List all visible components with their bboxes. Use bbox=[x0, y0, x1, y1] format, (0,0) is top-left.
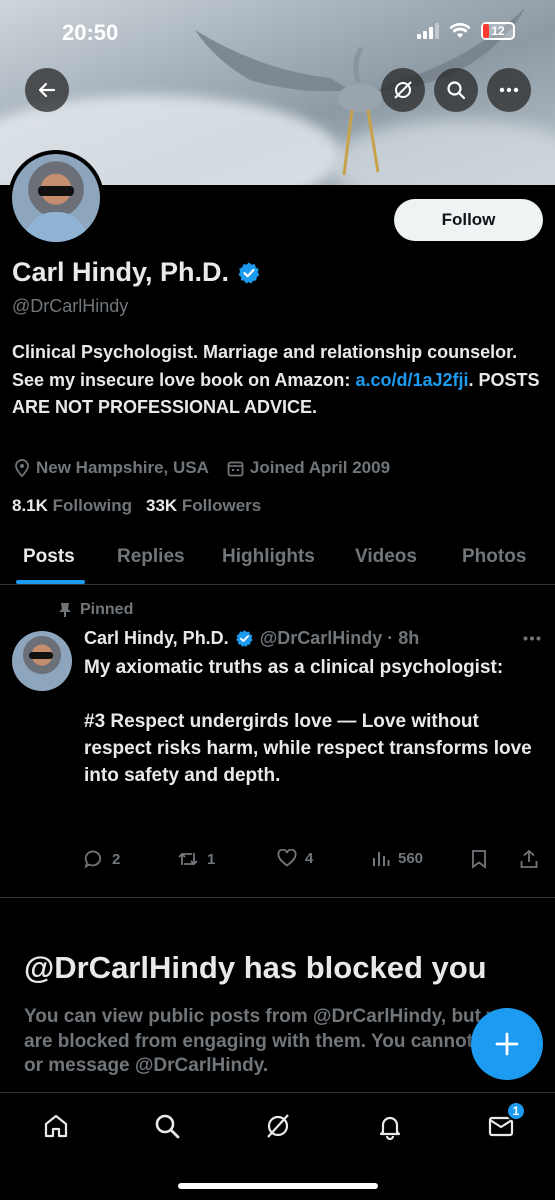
heart-icon bbox=[277, 849, 297, 867]
compose-post-button[interactable] bbox=[471, 1008, 543, 1080]
more-button[interactable] bbox=[487, 68, 531, 112]
profile-display-name: Carl Hindy, Ph.D. bbox=[12, 257, 261, 288]
home-indicator bbox=[178, 1183, 378, 1189]
profile-bio: Clinical Psychologist. Marriage and rela… bbox=[12, 339, 542, 422]
messages-badge: 1 bbox=[506, 1101, 526, 1121]
tab-posts[interactable]: Posts bbox=[23, 546, 75, 568]
tab-photos[interactable]: Photos bbox=[462, 546, 526, 568]
profile-meta: New Hampshire, USA Joined April 2009 bbox=[14, 458, 408, 478]
active-tab-indicator bbox=[16, 580, 85, 584]
post-handle-time: @DrCarlHindy · 8h bbox=[259, 628, 420, 648]
post-verified-badge-icon bbox=[235, 630, 253, 647]
home-icon bbox=[44, 1114, 68, 1138]
status-time: 20:50 bbox=[62, 20, 119, 45]
repost-button[interactable]: 1 bbox=[177, 849, 215, 869]
share-button[interactable] bbox=[520, 849, 538, 869]
search-icon bbox=[155, 1114, 180, 1139]
reply-count: 2 bbox=[112, 850, 121, 868]
pinned-label: Pinned bbox=[58, 601, 133, 619]
status-icons: 12 bbox=[417, 22, 515, 40]
nav-search[interactable] bbox=[152, 1111, 182, 1141]
back-arrow-icon bbox=[38, 82, 56, 98]
reply-button[interactable]: 2 bbox=[84, 849, 120, 869]
battery-icon: 12 bbox=[481, 22, 515, 40]
followers-count: 33K bbox=[145, 496, 178, 515]
nav-home[interactable] bbox=[41, 1111, 71, 1141]
tab-highlights[interactable]: Highlights bbox=[222, 546, 315, 568]
blocked-description: You can view public posts from @DrCarlHi… bbox=[24, 1006, 534, 1076]
profile-handle: @DrCarlHindy bbox=[12, 296, 129, 316]
tab-videos[interactable]: Videos bbox=[355, 546, 417, 568]
views-chart-icon bbox=[373, 852, 390, 866]
like-count: 4 bbox=[305, 849, 314, 867]
post-actions: 2 1 4 560 bbox=[84, 849, 544, 875]
signal-icon bbox=[417, 23, 439, 39]
following-count: 8.1K bbox=[12, 496, 48, 515]
profile-tabs: Posts Replies Highlights Videos Photos bbox=[0, 532, 555, 585]
more-dots-icon bbox=[499, 87, 519, 93]
post-text[interactable]: My axiomatic truths as a clinical psycho… bbox=[84, 654, 544, 789]
grok-button[interactable] bbox=[381, 68, 425, 112]
location-text: New Hampshire, USA bbox=[36, 458, 209, 477]
profile-avatar[interactable] bbox=[8, 150, 104, 246]
bookmark-button[interactable] bbox=[471, 849, 487, 869]
battery-level: 12 bbox=[491, 24, 505, 38]
calendar-icon bbox=[227, 461, 244, 476]
reply-icon bbox=[84, 850, 102, 869]
plus-icon bbox=[495, 1032, 519, 1056]
search-button[interactable] bbox=[434, 68, 478, 112]
search-icon bbox=[447, 81, 466, 100]
joined-item: Joined April 2009 bbox=[227, 458, 390, 478]
share-icon bbox=[520, 849, 538, 868]
nav-messages[interactable]: 1 bbox=[486, 1101, 526, 1141]
wifi-icon bbox=[449, 23, 471, 38]
tab-replies[interactable]: Replies bbox=[117, 546, 185, 568]
following-label: Following bbox=[52, 496, 132, 515]
blocked-title: @DrCarlHindy has blocked you bbox=[24, 950, 487, 985]
views-button[interactable]: 560 bbox=[372, 849, 423, 867]
follow-button[interactable]: Follow bbox=[394, 199, 543, 241]
post-author-name[interactable]: Carl Hindy, Ph.D. bbox=[84, 628, 229, 649]
post-header: Carl Hindy, Ph.D. @DrCarlHindy · 8h bbox=[84, 628, 419, 649]
bookmark-icon bbox=[472, 850, 486, 869]
post-more-button[interactable] bbox=[523, 624, 541, 647]
follow-counts: 8.1K Following 33K Followers bbox=[12, 496, 261, 516]
post-divider bbox=[0, 897, 555, 898]
verified-badge-icon[interactable] bbox=[237, 261, 261, 285]
nav-grok[interactable] bbox=[263, 1111, 293, 1141]
followers-label: Followers bbox=[181, 496, 262, 515]
grok-icon bbox=[394, 81, 412, 99]
repost-count: 1 bbox=[207, 850, 216, 868]
following-link[interactable]: 8.1K Following bbox=[12, 496, 132, 516]
location-pin-icon bbox=[15, 459, 29, 477]
pin-icon bbox=[59, 603, 71, 617]
post-more-dots-icon bbox=[523, 636, 541, 641]
repost-icon bbox=[178, 852, 198, 866]
pinned-text: Pinned bbox=[80, 601, 134, 618]
location-item: New Hampshire, USA bbox=[14, 458, 209, 478]
views-count: 560 bbox=[398, 849, 424, 867]
bell-icon bbox=[379, 1116, 401, 1140]
post-author-avatar[interactable] bbox=[12, 631, 72, 691]
bio-link[interactable]: a.co/d/1aJ2fji bbox=[355, 370, 468, 390]
back-button[interactable] bbox=[25, 68, 69, 112]
display-name-text: Carl Hindy, Ph.D. bbox=[12, 257, 230, 287]
nav-notifications[interactable] bbox=[375, 1111, 405, 1141]
grok-icon bbox=[267, 1114, 289, 1138]
joined-text: Joined April 2009 bbox=[249, 458, 391, 477]
like-button[interactable]: 4 bbox=[277, 849, 313, 867]
followers-link[interactable]: 33K Followers bbox=[146, 496, 261, 516]
